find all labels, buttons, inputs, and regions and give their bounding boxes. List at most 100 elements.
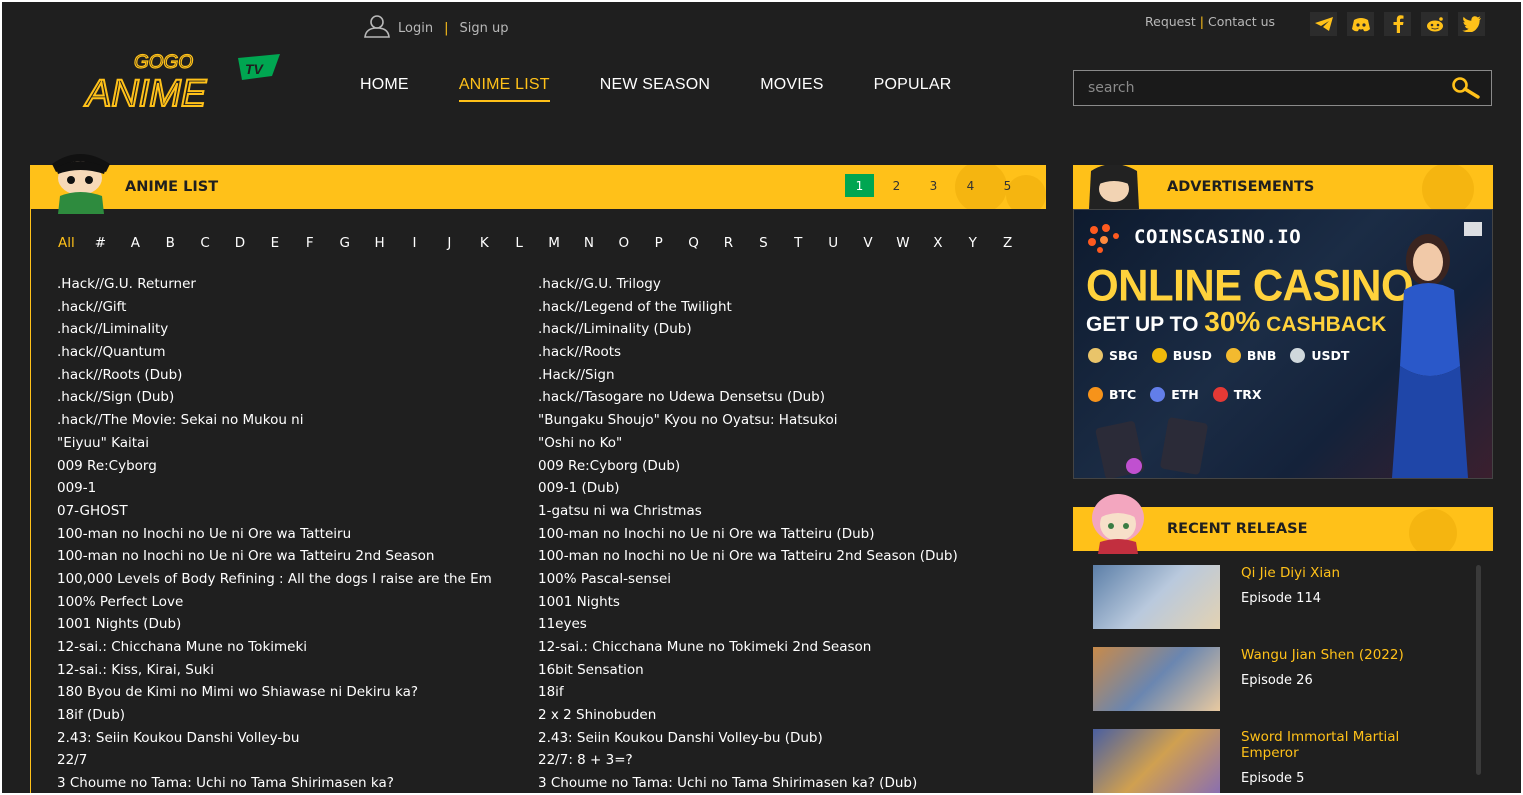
page-3[interactable]: 3 [919, 174, 948, 197]
anime-link[interactable]: 22/7 [57, 749, 538, 772]
anime-link[interactable]: 18if (Dub) [57, 704, 538, 727]
page-5[interactable]: 5 [993, 174, 1022, 197]
recent-release-item[interactable]: Qi Jie Diyi Xian Episode 114 [1093, 565, 1483, 647]
anime-link[interactable]: 009 Re:Cyborg (Dub) [538, 455, 1019, 478]
site-logo[interactable]: GOGO ANIME TV [82, 48, 282, 118]
anime-link[interactable]: .Hack//G.U. Returner [57, 273, 538, 296]
anime-link[interactable]: 22/7: 8 + 3=? [538, 749, 1019, 772]
recent-release-item[interactable]: Sword Immortal Martial Emperor Episode 5 [1093, 729, 1483, 793]
recent-release-item[interactable]: Wangu Jian Shen (2022) Episode 26 [1093, 647, 1483, 729]
anime-link[interactable]: 009-1 [57, 477, 538, 500]
letter-filter-k[interactable]: K [467, 235, 502, 251]
letter-filter-all[interactable]: All [58, 235, 78, 251]
nav-anime-list[interactable]: ANIME LIST [458, 76, 550, 102]
anime-link[interactable]: .hack//Sign (Dub) [57, 386, 538, 409]
anime-link[interactable]: 100-man no Inochi no Ue ni Ore wa Tattei… [57, 545, 538, 568]
anime-link[interactable]: 3 Choume no Tama: Uchi no Tama Shirimase… [57, 772, 538, 793]
letter-filter-t[interactable]: T [781, 235, 816, 251]
page-4[interactable]: 4 [956, 174, 985, 197]
nav-movies[interactable]: MOVIES [760, 76, 823, 102]
anime-link[interactable]: .hack//Quantum [57, 341, 538, 364]
facebook-icon[interactable] [1384, 12, 1411, 36]
casino-ad-banner[interactable]: COINSCASINO.IO ONLINE CASINO GET UP TO 3… [1073, 209, 1493, 479]
anime-link[interactable]: "Eiyuu" Kaitai [57, 432, 538, 455]
letter-filter-u[interactable]: U [816, 235, 851, 251]
anime-link[interactable]: .hack//Legend of the Twilight [538, 296, 1019, 319]
letter-filter-a[interactable]: A [118, 235, 153, 251]
letter-filter-b[interactable]: B [153, 235, 188, 251]
anime-link[interactable]: 18if [538, 681, 1019, 704]
search-icon[interactable] [1451, 77, 1481, 103]
anime-link[interactable]: 07-GHOST [57, 500, 538, 523]
anime-link[interactable]: 100,000 Levels of Body Refining : All th… [57, 568, 538, 591]
letter-filter-j[interactable]: J [432, 235, 467, 251]
user-icon[interactable] [362, 14, 392, 42]
letter-filter-w[interactable]: W [885, 235, 920, 251]
letter-filter-hash[interactable]: # [83, 235, 118, 251]
letter-filter-e[interactable]: E [257, 235, 292, 251]
letter-filter-v[interactable]: V [851, 235, 886, 251]
anime-link[interactable]: .hack//Liminality (Dub) [538, 318, 1019, 341]
anime-link[interactable]: 100-man no Inochi no Ue ni Ore wa Tattei… [538, 545, 1019, 568]
twitter-icon[interactable] [1458, 12, 1485, 36]
anime-link[interactable]: .hack//Liminality [57, 318, 538, 341]
letter-filter-g[interactable]: G [327, 235, 362, 251]
anime-link[interactable]: 2.43: Seiin Koukou Danshi Volley-bu [57, 727, 538, 750]
letter-filter-x[interactable]: X [920, 235, 955, 251]
letter-filter-n[interactable]: N [571, 235, 606, 251]
nav-home[interactable]: HOME [360, 76, 409, 102]
release-thumbnail[interactable] [1093, 647, 1220, 711]
letter-filter-o[interactable]: O [606, 235, 641, 251]
telegram-icon[interactable] [1310, 12, 1337, 36]
letter-filter-m[interactable]: M [537, 235, 572, 251]
release-thumbnail[interactable] [1093, 729, 1220, 793]
anime-link[interactable]: .hack//G.U. Trilogy [538, 273, 1019, 296]
letter-filter-z[interactable]: Z [990, 235, 1025, 251]
anime-link[interactable]: 1001 Nights (Dub) [57, 613, 538, 636]
letter-filter-q[interactable]: Q [676, 235, 711, 251]
anime-link[interactable]: .hack//Roots [538, 341, 1019, 364]
nav-new-season[interactable]: NEW SEASON [600, 76, 710, 102]
signup-link[interactable]: Sign up [459, 21, 508, 36]
anime-link[interactable]: 1001 Nights [538, 591, 1019, 614]
search-input[interactable] [1074, 71, 1434, 105]
release-title[interactable]: Sword Immortal Martial Emperor [1241, 729, 1441, 761]
letter-filter-y[interactable]: Y [955, 235, 990, 251]
letter-filter-h[interactable]: H [362, 235, 397, 251]
anime-link[interactable]: 1-gatsu ni wa Christmas [538, 500, 1019, 523]
anime-link[interactable]: .hack//Roots (Dub) [57, 364, 538, 387]
anime-link[interactable]: 12-sai.: Kiss, Kirai, Suki [57, 659, 538, 682]
anime-link[interactable]: .Hack//Sign [538, 364, 1019, 387]
letter-filter-r[interactable]: R [711, 235, 746, 251]
anime-link[interactable]: 2 x 2 Shinobuden [538, 704, 1019, 727]
letter-filter-f[interactable]: F [292, 235, 327, 251]
anime-link[interactable]: "Oshi no Ko" [538, 432, 1019, 455]
anime-link[interactable]: 2.43: Seiin Koukou Danshi Volley-bu (Dub… [538, 727, 1019, 750]
discord-icon[interactable] [1347, 12, 1374, 36]
anime-link[interactable]: 12-sai.: Chicchana Mune no Tokimeki 2nd … [538, 636, 1019, 659]
page-2[interactable]: 2 [882, 174, 911, 197]
letter-filter-l[interactable]: L [502, 235, 537, 251]
anime-link[interactable]: "Bungaku Shoujo" Kyou no Oyatsu: Hatsuko… [538, 409, 1019, 432]
request-link[interactable]: Request [1145, 14, 1196, 29]
anime-link[interactable]: 3 Choume no Tama: Uchi no Tama Shirimase… [538, 772, 1019, 793]
page-1[interactable]: 1 [845, 174, 874, 197]
letter-filter-c[interactable]: C [188, 235, 223, 251]
anime-link[interactable]: .hack//Gift [57, 296, 538, 319]
anime-link[interactable]: 009-1 (Dub) [538, 477, 1019, 500]
letter-filter-p[interactable]: P [641, 235, 676, 251]
anime-link[interactable]: 180 Byou de Kimi no Mimi wo Shiawase ni … [57, 681, 538, 704]
contact-link[interactable]: Contact us [1208, 14, 1275, 29]
anime-link[interactable]: .hack//The Movie: Sekai no Mukou ni [57, 409, 538, 432]
anime-link[interactable]: 16bit Sensation [538, 659, 1019, 682]
anime-link[interactable]: 009 Re:Cyborg [57, 455, 538, 478]
anime-link[interactable]: 100% Perfect Love [57, 591, 538, 614]
release-thumbnail[interactable] [1093, 565, 1220, 629]
login-link[interactable]: Login [398, 21, 433, 36]
release-title[interactable]: Qi Jie Diyi Xian [1241, 565, 1441, 581]
recent-release-scrollbar[interactable] [1476, 565, 1481, 775]
anime-link[interactable]: .hack//Tasogare no Udewa Densetsu (Dub) [538, 386, 1019, 409]
release-title[interactable]: Wangu Jian Shen (2022) [1241, 647, 1441, 663]
anime-link[interactable]: 100-man no Inochi no Ue ni Ore wa Tattei… [57, 523, 538, 546]
anime-link[interactable]: 12-sai.: Chicchana Mune no Tokimeki [57, 636, 538, 659]
